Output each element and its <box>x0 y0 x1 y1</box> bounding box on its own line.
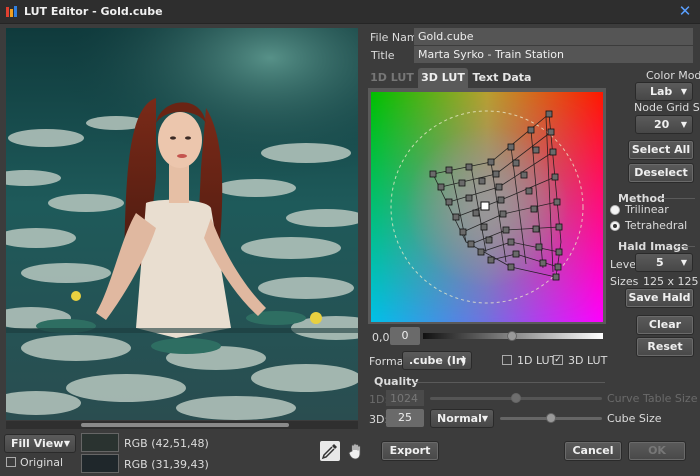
hald-sizes-value: 125 x 125 <box>643 275 699 288</box>
deselect-button[interactable]: Deselect <box>628 163 694 183</box>
image-preview[interactable] <box>6 28 358 420</box>
tab-text-data[interactable]: Text Data <box>472 68 532 88</box>
chevron-down-icon: ▼ <box>680 120 687 129</box>
quality-1d-knob[interactable] <box>511 393 521 403</box>
node-grid-size-value: 20 <box>654 118 670 131</box>
cancel-button[interactable]: Cancel <box>564 441 622 461</box>
rgb-readout-bottom: RGB (31,39,43) <box>124 458 209 471</box>
chevron-down-icon: ▼ <box>63 439 70 448</box>
quality-preset-value: Normal <box>437 412 482 425</box>
color-model-dropdown[interactable]: Lab ▼ <box>635 82 693 101</box>
node-grid-size-dropdown[interactable]: 20 ▼ <box>635 115 693 134</box>
tab-1d-lut[interactable]: 1D LUT <box>368 68 416 88</box>
quality-3d-value[interactable]: 25 <box>386 409 424 427</box>
check-3d-lut[interactable]: ✓ <box>553 355 563 365</box>
quality-label: Quality <box>374 375 419 388</box>
quality-separator <box>415 382 605 383</box>
method-separator <box>659 198 695 199</box>
radio-tetrahedral[interactable] <box>610 221 620 231</box>
ok-button[interactable]: OK <box>628 441 686 461</box>
title-field[interactable]: Marta Syrko - Train Station <box>414 46 693 63</box>
color-model-label: Color Model <box>646 69 700 82</box>
eyedropper-icon[interactable] <box>320 441 340 461</box>
close-icon[interactable]: ✕ <box>676 2 694 20</box>
luminance-slider-knob[interactable] <box>507 331 517 341</box>
file-name-field[interactable]: Gold.cube <box>414 28 693 45</box>
horizontal-scrollbar[interactable] <box>6 421 358 429</box>
lut-plot[interactable] <box>371 92 603 322</box>
cube-size-label: Cube Size <box>607 412 662 425</box>
tetrahedral-label: Tetrahedral <box>625 219 688 232</box>
chevron-down-icon: ▼ <box>481 414 488 423</box>
scrollbar-thumb[interactable] <box>81 423 289 427</box>
hald-separator <box>675 246 695 247</box>
color-swatch-top <box>81 433 119 452</box>
trilinear-label: Trilinear <box>625 203 669 216</box>
tab-3d-lut[interactable]: 3D LUT <box>418 68 468 88</box>
hald-sizes-label: Sizes <box>610 275 639 288</box>
title-bar: LUT Editor - Gold.cube ✕ <box>0 0 700 24</box>
quality-preset-dropdown[interactable]: Normal ▼ <box>430 409 494 428</box>
original-label: Original <box>20 456 64 469</box>
reset-button[interactable]: Reset <box>636 337 694 357</box>
view-mode-dropdown[interactable]: Fill View ▼ <box>4 434 76 453</box>
hand-icon[interactable] <box>346 441 366 461</box>
clear-button[interactable]: Clear <box>636 315 694 335</box>
quality-1d-value[interactable]: 1024 <box>386 390 424 406</box>
node-grid-size-label: Node Grid Size <box>634 101 700 114</box>
check-1d-lut[interactable] <box>502 355 512 365</box>
check-1d-lut-label: 1D LUT <box>517 354 557 367</box>
rgb-readout-top: RGB (42,51,48) <box>124 437 209 450</box>
chevron-down-icon: ▼ <box>459 356 466 365</box>
title-label: Title <box>371 49 395 62</box>
luminance-label: 0,0 <box>372 331 390 344</box>
lut-color-plane <box>371 92 603 322</box>
color-model-value: Lab <box>650 85 673 98</box>
hald-level-value: 5 <box>656 256 664 269</box>
quality-3d-knob[interactable] <box>546 413 556 423</box>
luminance-value[interactable]: 0 <box>390 327 420 345</box>
window-title: LUT Editor - Gold.cube <box>24 5 163 18</box>
format-dropdown[interactable]: .cube (Ir) ▼ <box>402 351 472 370</box>
curve-table-size-label: Curve Table Size <box>607 392 698 405</box>
chevron-down-icon: ▼ <box>680 258 687 267</box>
radio-trilinear[interactable] <box>610 205 620 215</box>
preview-photo <box>6 28 358 420</box>
hald-level-dropdown[interactable]: 5 ▼ <box>635 253 693 272</box>
save-hald-button[interactable]: Save Hald <box>625 288 694 308</box>
original-checkbox[interactable] <box>6 457 16 467</box>
view-mode-value: Fill View <box>11 437 64 450</box>
check-3d-lut-label: 3D LUT <box>568 354 608 367</box>
color-swatch-bottom <box>81 454 119 473</box>
chevron-down-icon: ▼ <box>680 87 687 96</box>
format-value: .cube (Ir) <box>409 354 467 367</box>
export-button[interactable]: Export <box>381 441 439 461</box>
select-all-button[interactable]: Select All <box>628 140 694 160</box>
app-icon <box>6 6 17 17</box>
